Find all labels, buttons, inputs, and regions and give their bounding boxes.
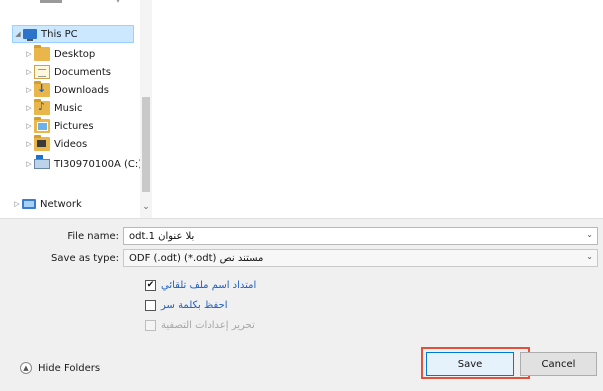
auto-extension-option[interactable]: ✔ امتداد اسم ملف تلقائي: [145, 277, 256, 293]
tree-item-label: Videos: [54, 138, 88, 150]
auto-extension-label: امتداد اسم ملف تلقائي: [161, 279, 257, 291]
collapsed-arrow-icon[interactable]: ▷: [12, 200, 22, 208]
network-icon: [22, 199, 36, 209]
edit-filter-checkbox: [145, 319, 156, 331]
tree-item-videos[interactable]: ▷ Videos: [24, 135, 87, 153]
tree-item-documents[interactable]: ▷ Documents: [24, 63, 111, 81]
save-as-type-value: مستند نص ODF (.odt) (*.odt): [129, 252, 264, 264]
tree-item-music[interactable]: ▷ Music: [24, 99, 82, 117]
collapsed-arrow-icon[interactable]: ▷: [24, 50, 34, 58]
hide-folders-label: Hide Folders: [38, 362, 101, 374]
tree-item-label: Desktop: [54, 48, 96, 60]
save-password-checkbox[interactable]: [145, 299, 156, 311]
hide-folders-button[interactable]: ▲ Hide Folders: [20, 359, 100, 377]
collapsed-arrow-icon[interactable]: ▷: [24, 104, 34, 112]
collapsed-arrow-icon[interactable]: ▷: [24, 86, 34, 94]
save-as-type-select[interactable]: مستند نص ODF (.odt) (*.odt) ⌄: [123, 249, 598, 267]
tree-item-pictures[interactable]: ▷ Pictures: [24, 117, 94, 135]
tree-item-label: Music: [54, 102, 83, 114]
file-name-value: بلا عنوان 1.odt: [129, 230, 195, 242]
videos-icon: [34, 135, 50, 151]
tree-item-this-pc[interactable]: ◢ This PC: [12, 25, 134, 43]
music-icon: [34, 99, 50, 115]
expanded-arrow-icon[interactable]: ◢: [13, 30, 23, 38]
navigation-pane[interactable]: ▾ ◢ This PC ▷ Desktop ▷ Documents ▷ Down…: [0, 0, 152, 218]
tree-item-cutoff: ▾: [30, 0, 120, 5]
save-options-panel: File name: بلا عنوان 1.odt ⌄ Save as typ…: [0, 219, 603, 391]
tree-item-desktop[interactable]: ▷ Desktop: [24, 45, 95, 63]
folder-icon: [34, 45, 50, 61]
auto-extension-checkbox[interactable]: ✔: [145, 279, 156, 291]
chevron-down-icon[interactable]: ⌄: [586, 252, 593, 261]
file-name-label: File name:: [67, 231, 119, 242]
collapsed-arrow-icon[interactable]: ▷: [24, 122, 34, 130]
tree-item-label: Downloads: [54, 84, 109, 96]
collapsed-arrow-icon[interactable]: ▷: [24, 68, 34, 76]
downloads-icon: [34, 81, 50, 97]
file-list-area[interactable]: [153, 0, 603, 218]
save-password-label: احفظ بكلمة سر: [161, 299, 228, 311]
tree-item-label: Network: [40, 198, 82, 210]
tree-item-label: This PC: [41, 28, 78, 40]
chevron-down-icon[interactable]: ⌄: [586, 230, 593, 239]
file-name-input[interactable]: بلا عنوان 1.odt ⌄: [123, 227, 598, 245]
scrollbar-thumb[interactable]: [142, 97, 150, 192]
save-password-option[interactable]: احفظ بكلمة سر: [145, 297, 228, 313]
edit-filter-option: تحرير إعدادات التصفية: [145, 317, 255, 333]
save-button[interactable]: Save: [426, 352, 514, 376]
save-as-type-label: Save as type:: [51, 253, 119, 264]
pc-icon: [23, 29, 37, 41]
tree-item-label: Documents: [54, 66, 112, 78]
drive-icon: [34, 155, 50, 169]
chevron-down-icon[interactable]: ⌄: [140, 200, 152, 214]
tree-item-drive[interactable]: ▷ TI30970100A (C:): [24, 155, 142, 173]
edit-filter-label: تحرير إعدادات التصفية: [161, 319, 255, 331]
pictures-icon: [34, 117, 50, 133]
tree-item-label: Pictures: [54, 120, 94, 132]
chevron-up-icon: ▲: [20, 362, 32, 374]
collapsed-arrow-icon[interactable]: ▷: [24, 140, 34, 148]
documents-icon: [34, 65, 50, 79]
tree-item-downloads[interactable]: ▷ Downloads: [24, 81, 109, 99]
cancel-button[interactable]: Cancel: [520, 352, 597, 376]
tree-item-label: TI30970100A (C:): [54, 158, 143, 170]
collapsed-arrow-icon[interactable]: ▷: [24, 160, 34, 168]
tree-item-network[interactable]: ▷ Network: [12, 195, 82, 213]
